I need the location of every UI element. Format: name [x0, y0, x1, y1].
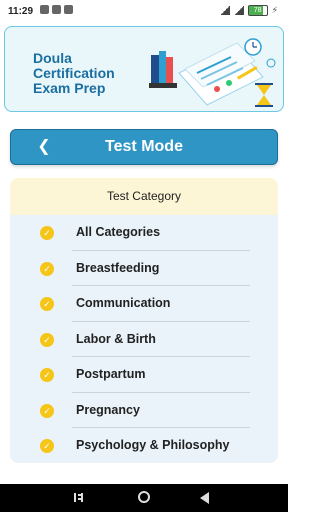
- check-circle-icon: ✓: [40, 403, 54, 418]
- category-label: Breastfeeding: [76, 260, 160, 275]
- exam-illustration-icon: [149, 38, 276, 107]
- category-heading: Test Category: [10, 178, 278, 215]
- check-circle-icon: ✓: [40, 226, 54, 240]
- app-banner: Doula Certification Exam Prep: [4, 26, 284, 112]
- category-label: Pregnancy: [76, 402, 140, 417]
- recent-apps-icon[interactable]: [74, 493, 83, 502]
- category-item-psychology-philosophy[interactable]: ✓ Psychology & Philosophy: [10, 428, 278, 463]
- category-label: Communication: [76, 296, 171, 310]
- category-item-all-categories[interactable]: ✓ All Categories: [10, 215, 278, 251]
- notification-icon: [52, 5, 61, 14]
- notification-icons: [40, 5, 73, 14]
- category-item-communication[interactable]: ✓ Communication: [10, 286, 278, 322]
- check-circle-icon: ✓: [40, 261, 54, 276]
- test-category-card: Test Category ✓ All Categories ✓ Breastf…: [10, 178, 278, 463]
- nav-back-icon[interactable]: [200, 492, 209, 504]
- charging-icon: ⚡: [271, 5, 278, 15]
- battery-icon: 78: [247, 5, 268, 16]
- category-item-pregnancy[interactable]: ✓ Pregnancy: [10, 393, 278, 428]
- wifi-icon: [219, 6, 230, 15]
- status-time: 11:29: [8, 6, 34, 17]
- test-mode-header: ❮ Test Mode: [10, 129, 278, 165]
- banner-title: Doula Certification Exam Prep: [33, 50, 115, 96]
- category-label: Psychology & Philosophy: [76, 438, 230, 452]
- battery-level: 78: [253, 7, 262, 14]
- check-circle-icon: ✓: [40, 297, 54, 311]
- check-circle-icon: ✓: [40, 368, 54, 382]
- category-label: All Categories: [76, 225, 161, 239]
- status-bar: 11:29 78 ⚡: [0, 0, 288, 24]
- category-item-breastfeeding[interactable]: ✓ Breastfeeding: [10, 251, 278, 286]
- system-nav-bar: [0, 484, 288, 512]
- category-list: ✓ All Categories ✓ Breastfeeding ✓ Commu…: [10, 215, 278, 463]
- signal-icon: [233, 6, 244, 15]
- home-icon[interactable]: [138, 491, 150, 503]
- category-item-postpartum[interactable]: ✓ Postpartum: [10, 357, 278, 393]
- page-title: Test Mode: [105, 138, 183, 155]
- notification-icon: [64, 5, 73, 14]
- check-circle-icon: ✓: [40, 332, 54, 347]
- check-circle-icon: ✓: [40, 439, 54, 453]
- category-label: Labor & Birth: [76, 331, 156, 346]
- status-right: 78 ⚡: [219, 5, 278, 16]
- category-label: Postpartum: [76, 367, 146, 381]
- category-item-labor-birth[interactable]: ✓ Labor & Birth: [10, 322, 278, 357]
- notification-icon: [40, 5, 49, 14]
